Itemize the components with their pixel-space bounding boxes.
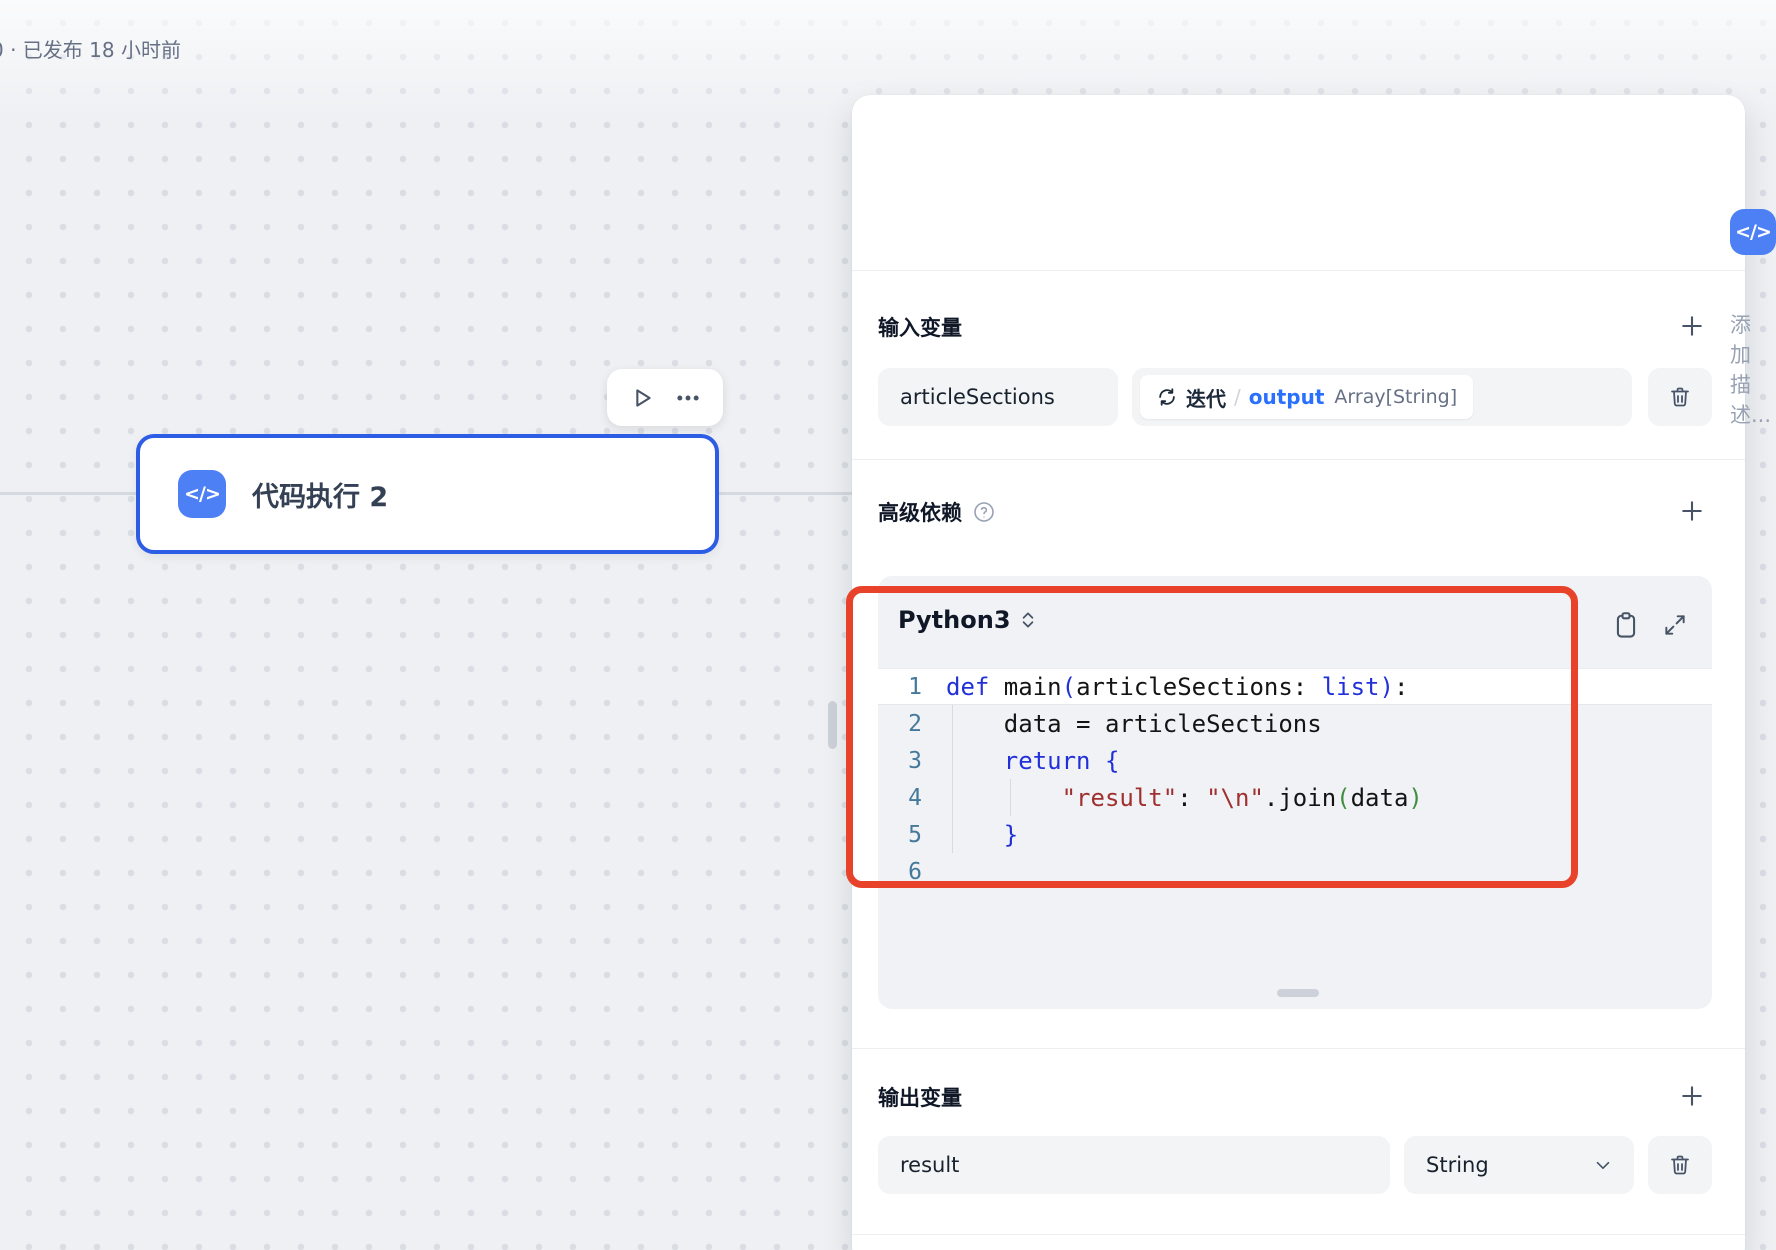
node-more-button[interactable]: [674, 384, 702, 412]
section-divider: [852, 270, 1745, 271]
chevron-down-icon: [1592, 1154, 1614, 1176]
section-divider: [852, 1234, 1745, 1235]
section-divider: [852, 459, 1745, 460]
output-type-select[interactable]: String: [1404, 1136, 1634, 1194]
code-text: }: [946, 821, 1018, 849]
code-editor[interactable]: Python3 1 def main(articleSections: list)…: [878, 576, 1712, 1009]
help-circle-icon[interactable]: [972, 500, 996, 524]
dependencies-title: 高级依赖: [878, 497, 962, 527]
more-dots-icon: [674, 384, 702, 412]
reference-node-name: 迭代: [1186, 383, 1226, 412]
input-variable-value-selector[interactable]: 迭代 / output Array[String]: [1132, 368, 1632, 426]
output-variables-title: 输出变量: [878, 1082, 962, 1112]
trash-icon: [1668, 385, 1692, 409]
expand-code-button[interactable]: [1662, 612, 1688, 638]
add-dependency-button[interactable]: [1678, 497, 1706, 525]
code-language-label: Python3: [898, 606, 1011, 634]
section-divider: [852, 1048, 1745, 1049]
iteration-loop-icon: [1156, 386, 1178, 408]
workflow-canvas[interactable]: 0 · 已发布 18 小时前 </> 代码执行 2 </> 代码执行 2: [0, 0, 1776, 1250]
editor-resize-handle[interactable]: [1277, 989, 1319, 997]
code-line[interactable]: 1 def main(articleSections: list):: [878, 668, 1712, 705]
trash-icon: [1668, 1153, 1692, 1177]
node-run-button[interactable]: [628, 384, 656, 412]
reference-separator: /: [1234, 385, 1241, 409]
indent-guide: [952, 705, 953, 853]
code-text: def main(articleSections: list):: [946, 673, 1408, 701]
input-variables-header: 输入变量: [878, 312, 1712, 342]
output-variables-header: 输出变量: [878, 1082, 1712, 1112]
description-input[interactable]: 添加描述...: [1730, 309, 1771, 429]
line-number: 2: [886, 711, 922, 737]
add-output-variable-button[interactable]: [1678, 1082, 1706, 1110]
output-variable-name-field[interactable]: result: [878, 1136, 1390, 1194]
chevron-updown-icon: [1019, 609, 1037, 631]
panel-header: </> 代码执行 2: [1730, 208, 1776, 256]
publish-status: 0 · 已发布 18 小时前: [0, 34, 181, 63]
reference-variable-type: Array[String]: [1334, 386, 1457, 408]
code-icon: </>: [1730, 209, 1776, 255]
code-language-selector[interactable]: Python3: [898, 606, 1037, 634]
code-line[interactable]: 6: [878, 853, 1712, 890]
add-input-variable-button[interactable]: [1678, 312, 1706, 340]
delete-input-variable-button[interactable]: [1648, 368, 1712, 426]
plus-icon: [1678, 1082, 1706, 1110]
reference-variable-name: output: [1249, 385, 1325, 409]
code-lines[interactable]: 1 def main(articleSections: list): 2 data …: [878, 668, 1712, 890]
line-number: 1: [886, 674, 922, 700]
code-editor-actions: [1612, 610, 1688, 640]
code-icon: </>: [178, 470, 226, 518]
line-number: 4: [886, 785, 922, 811]
code-text: return {: [946, 747, 1119, 775]
plus-icon: [1678, 312, 1706, 340]
output-type-value: String: [1426, 1153, 1489, 1177]
code-line[interactable]: 4 "result": "\n".join(data): [878, 779, 1712, 816]
line-number: 3: [886, 748, 922, 774]
code-line[interactable]: 2 data = articleSections: [878, 705, 1712, 742]
copy-code-button[interactable]: [1612, 610, 1640, 640]
output-variable-name: result: [878, 1153, 959, 1177]
indent-guide: [1010, 779, 1011, 816]
line-number: 6: [886, 859, 922, 885]
variable-reference-pill[interactable]: 迭代 / output Array[String]: [1140, 375, 1473, 419]
input-variables-title: 输入变量: [878, 312, 962, 342]
code-line[interactable]: 3 return {: [878, 742, 1712, 779]
code-line[interactable]: 5 }: [878, 816, 1712, 853]
node-title: 代码执行 2: [252, 475, 388, 514]
code-text: data = articleSections: [946, 710, 1322, 738]
play-icon: [628, 384, 656, 412]
dependencies-header: 高级依赖: [878, 497, 1712, 527]
code-text: "result": "\n".join(data): [946, 784, 1423, 812]
node-hover-toolbar: [607, 369, 723, 426]
input-variable-name-field[interactable]: articleSections: [878, 368, 1118, 426]
expand-icon: [1662, 612, 1688, 638]
input-variable-name: articleSections: [878, 385, 1055, 409]
clipboard-icon: [1612, 610, 1640, 640]
line-number: 5: [886, 822, 922, 848]
delete-output-variable-button[interactable]: [1648, 1136, 1712, 1194]
panel-resize-handle[interactable]: [828, 701, 837, 749]
plus-icon: [1678, 497, 1706, 525]
node-code-execution[interactable]: </> 代码执行 2: [136, 434, 719, 554]
